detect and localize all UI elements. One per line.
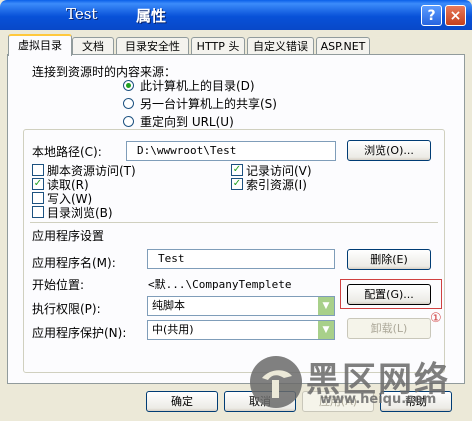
radio-network-share[interactable] [123,98,134,109]
exec-permissions-value: 纯脚本 [152,299,185,312]
app-protection-label: 应用程序保护(N): [32,326,127,340]
help-title-button[interactable]: ? [421,5,442,26]
start-point-value: <默...\CompanyTemplete [148,278,292,291]
radio-local-directory[interactable] [123,80,134,91]
remove-button[interactable]: 删除(E) [347,249,431,270]
checkbox-script-source[interactable] [32,164,44,176]
window-title-name: Test [66,5,98,23]
section-divider [30,222,438,223]
exec-permissions-label: 执行权限(P): [32,302,101,316]
radio-label-local[interactable]: 此计算机上的目录(D) [140,77,255,94]
ok-button[interactable]: 确定 [146,391,218,412]
browse-button[interactable]: 浏览(O)... [347,140,431,161]
local-path-field[interactable]: D:\wwwroot\Test [126,141,336,161]
chevron-down-icon[interactable]: ▼ [317,321,334,339]
app-protection-value: 中(共用) [152,323,194,336]
unload-button[interactable]: 卸载(L) [347,318,431,339]
tab-virtual-directory[interactable]: 虚拟目录 [8,34,72,56]
tab-directory-security[interactable]: 目录安全性 [116,37,189,54]
window-title-suffix: 属性 [136,7,167,25]
config-button[interactable]: 配置(G)... [347,284,431,305]
local-path-label: 本地路径(C): [32,145,102,159]
annotation-marker: ① [430,311,442,326]
label-directory-browsing[interactable]: 目录浏览(B) [47,204,113,221]
app-settings-heading: 应用程序设置 [32,229,105,243]
app-name-label: 应用程序名(M): [32,256,116,270]
checkbox-directory-browsing[interactable] [32,206,44,218]
close-button[interactable]: × [445,5,466,26]
radio-label-share[interactable]: 另一台计算机上的共享(S) [140,95,277,112]
tab-custom-errors[interactable]: 自定义错误 [247,37,314,54]
tab-http-headers[interactable]: HTTP 头 [191,37,245,54]
checkbox-write[interactable] [32,192,44,204]
checkbox-index[interactable]: ✓ [231,178,243,190]
app-name-field[interactable]: Test [147,249,335,269]
chevron-down-icon[interactable]: ▼ [317,297,334,315]
watermark-url: www.heiqu.com [320,392,437,407]
label-index[interactable]: 索引资源(I) [246,176,307,193]
checkbox-read[interactable]: ✓ [32,178,44,190]
start-point-label: 开始位置: [32,278,85,292]
radio-redirect-url[interactable] [123,116,134,127]
exec-permissions-select[interactable]: 纯脚本 ▼ [147,296,335,316]
app-protection-select[interactable]: 中(共用) ▼ [147,320,335,340]
tab-documents[interactable]: 文档 [72,37,114,54]
watermark-logo-icon [250,356,302,408]
radio-label-redirect[interactable]: 重定向到 URL(U) [140,113,234,130]
tab-aspnet[interactable]: ASP.NET [316,37,370,54]
checkbox-log-visits[interactable]: ✓ [231,164,243,176]
